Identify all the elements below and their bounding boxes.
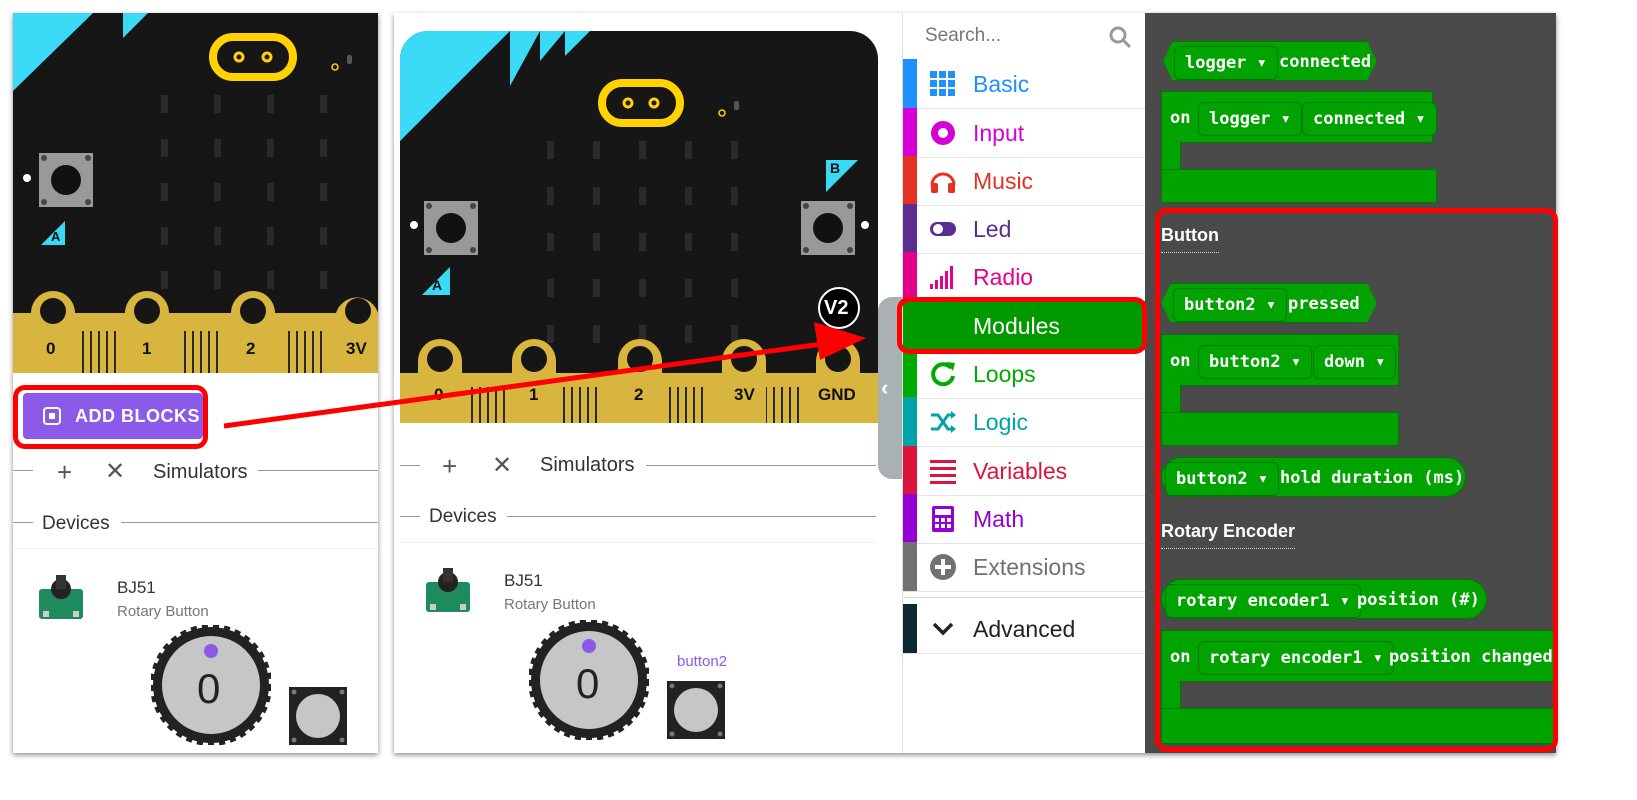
annotation-arrow xyxy=(223,322,866,429)
